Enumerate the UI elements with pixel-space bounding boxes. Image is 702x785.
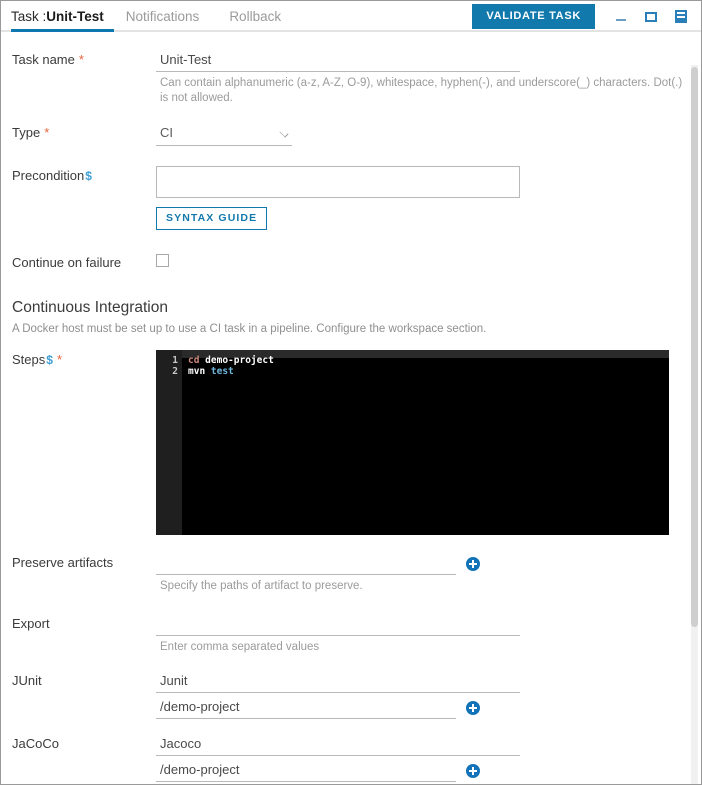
code-token-command: mvn <box>188 365 206 377</box>
editor-line-gutter: 1 2 <box>156 349 182 535</box>
vertical-scrollbar-thumb[interactable] <box>691 67 698 627</box>
minimize-button[interactable] <box>609 6 633 28</box>
field-row-jacoco: JaCoCo <box>1 719 691 782</box>
field-row-export: Export Enter comma separated values <box>1 594 691 655</box>
precondition-textarea[interactable] <box>156 166 520 198</box>
line-number: 2 <box>172 365 178 377</box>
tab-notifications[interactable]: Notifications <box>126 1 214 32</box>
precondition-label: Precondition$ <box>12 168 92 183</box>
type-select[interactable]: CI <box>156 123 292 146</box>
field-row-preserve-artifacts: Preserve artifacts Specify the paths of … <box>1 535 691 594</box>
code-line: cd demo-project <box>188 355 669 366</box>
continue-on-failure-label: Continue on failure <box>12 254 122 270</box>
type-select-value: CI <box>160 125 173 140</box>
junit-label: JUnit <box>12 672 42 688</box>
maximize-button[interactable] <box>639 6 663 28</box>
code-token-argument: test <box>205 365 234 377</box>
tab-bar: Task : Unit-Test Notifications Rollback V… <box>1 1 701 32</box>
ci-section-title: Continuous Integration <box>12 298 168 316</box>
tab-task-prefix: Task : <box>11 9 47 24</box>
code-line: mvn test <box>188 366 669 377</box>
steps-code-editor[interactable]: 1 2 cd demo-project mvn test <box>156 349 669 535</box>
field-row-precondition: Precondition$ SYNTAX GUIDE <box>1 146 691 230</box>
required-marker: * <box>78 52 84 67</box>
tab-task-name: Unit-Test <box>46 9 104 24</box>
steps-label: Steps$ * <box>12 351 62 367</box>
type-label: Type * <box>12 125 50 140</box>
jacoco-label: JaCoCo <box>12 735 59 751</box>
preserve-artifacts-input[interactable] <box>156 552 456 575</box>
required-marker: * <box>44 125 50 140</box>
jacoco-name-input[interactable] <box>156 733 520 756</box>
export-label: Export <box>12 615 50 631</box>
add-jacoco-path-button[interactable] <box>466 763 480 778</box>
maximize-icon <box>645 11 657 22</box>
task-name-label: Task name * <box>12 52 84 67</box>
ci-section: Continuous Integration A Docker host mus… <box>1 271 691 335</box>
line-number: 1 <box>172 354 178 366</box>
tab-rollback[interactable]: Rollback <box>229 1 295 32</box>
field-row-task-name: Task name* Can contain alphanumeric (a-z… <box>1 32 691 106</box>
split-view-icon <box>675 10 687 23</box>
form-scroll-area: Task name* Can contain alphanumeric (a-z… <box>1 32 701 785</box>
required-marker: * <box>56 351 62 367</box>
field-row-findbugs: FindBugs <box>1 782 691 785</box>
field-row-steps: Steps$ * 1 2 cd demo-project mvn test <box>1 335 691 535</box>
field-row-type: Type * CI <box>1 106 691 146</box>
export-helper: Enter comma separated values <box>160 640 320 653</box>
jacoco-path-input[interactable] <box>156 759 456 782</box>
editor-code-area[interactable]: cd demo-project mvn test <box>182 350 669 535</box>
ci-section-subtitle: A Docker host must be set up to use a CI… <box>12 322 487 335</box>
continue-on-failure-checkbox[interactable] <box>156 253 169 267</box>
task-name-input[interactable] <box>156 50 520 72</box>
preserve-artifacts-label: Preserve artifacts <box>12 554 114 570</box>
preserve-artifacts-helper: Specify the paths of artifact to preserv… <box>160 579 363 592</box>
split-view-button[interactable] <box>669 6 693 28</box>
vertical-scrollbar[interactable] <box>691 65 698 784</box>
syntax-guide-button[interactable]: SYNTAX GUIDE <box>156 207 268 230</box>
tab-task[interactable]: Task : Unit-Test <box>11 1 114 32</box>
variable-dollar-icon: $ <box>85 169 92 183</box>
window-actions: VALIDATE TASK <box>472 4 701 29</box>
variable-dollar-icon: $ <box>46 352 53 367</box>
task-name-helper: Can contain alphanumeric (a-z, A-Z, O-9)… <box>160 77 683 104</box>
code-token-argument: demo-project <box>199 354 274 366</box>
add-junit-path-button[interactable] <box>466 700 480 715</box>
junit-name-input[interactable] <box>156 670 520 693</box>
field-row-junit: JUnit <box>1 655 691 719</box>
export-input[interactable] <box>156 613 520 636</box>
minimize-icon <box>616 19 626 21</box>
junit-path-input[interactable] <box>156 696 456 719</box>
task-form: Task name* Can contain alphanumeric (a-z… <box>1 32 691 785</box>
field-row-continue-on-failure: Continue on failure <box>1 230 691 271</box>
code-token-command: cd <box>188 354 200 366</box>
add-preserve-artifact-button[interactable] <box>466 556 480 571</box>
validate-task-button[interactable]: VALIDATE TASK <box>472 4 595 29</box>
task-editor-window: Task : Unit-Test Notifications Rollback V… <box>0 0 702 785</box>
